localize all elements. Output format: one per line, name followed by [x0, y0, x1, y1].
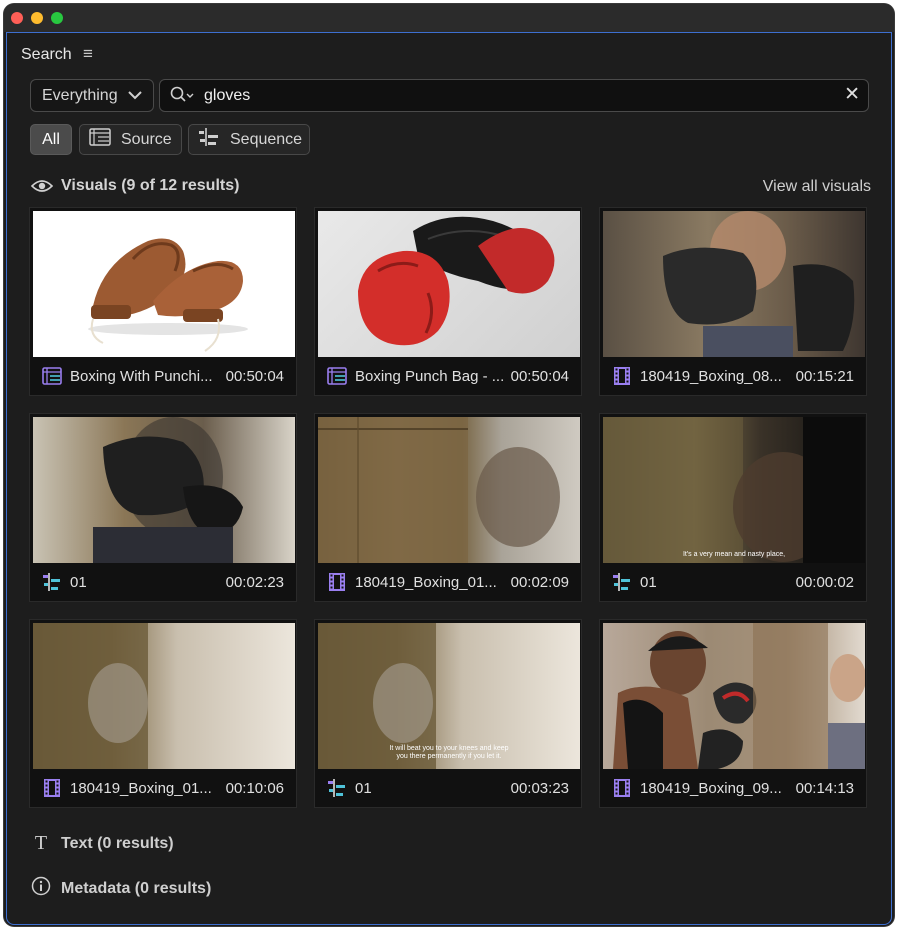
result-card[interactable]: It's a very mean and nasty place, 01 00:…	[599, 413, 867, 602]
result-thumbnail	[33, 623, 295, 769]
result-card[interactable]: 180419_Boxing_01... 00:02:09	[314, 413, 582, 602]
source-icon	[89, 127, 111, 152]
result-caption: 01 00:03:23	[315, 769, 581, 807]
result-caption: Boxing Punch Bag - ... 00:50:04	[315, 357, 581, 395]
view-all-visuals-link[interactable]: View all visuals	[763, 178, 871, 196]
result-duration: 00:50:04	[225, 367, 284, 385]
result-name: 180419_Boxing_01...	[70, 779, 212, 797]
result-name: 180419_Boxing_01...	[355, 573, 497, 591]
result-duration: 00:03:23	[510, 779, 569, 797]
filter-all-label: All	[42, 130, 60, 148]
info-icon	[31, 876, 51, 901]
result-thumbnail	[33, 211, 295, 357]
clip-type-icon	[612, 366, 632, 386]
clear-search-icon[interactable]: ✕	[844, 83, 860, 106]
search-field[interactable]: ✕	[159, 79, 869, 112]
sequence-type-icon	[612, 572, 632, 592]
result-thumbnail	[603, 623, 865, 769]
zoom-window-button[interactable]	[51, 12, 63, 24]
result-duration: 00:00:02	[795, 573, 854, 591]
result-caption: 01 00:02:23	[30, 563, 296, 601]
title-bar	[4, 4, 894, 32]
chevron-down-icon	[128, 91, 142, 100]
result-duration: 00:02:23	[225, 573, 284, 591]
result-card[interactable]: It will beat you to your knees and keep …	[314, 619, 582, 808]
result-card[interactable]: 180419_Boxing_01... 00:10:06	[29, 619, 297, 808]
result-caption: 180419_Boxing_01... 00:02:09	[315, 563, 581, 601]
result-name: Boxing Punch Bag - ...	[355, 367, 503, 385]
subtitle-text: It's a very mean and nasty place,	[682, 551, 786, 558]
scope-dropdown[interactable]: Everything	[30, 79, 154, 112]
search-panel: Search ≡ Everything ✕ All	[6, 32, 892, 925]
result-thumbnail	[318, 417, 580, 563]
eye-icon	[31, 180, 53, 192]
panel-title: Search	[21, 46, 72, 63]
result-card[interactable]: Boxing With Punchi... 00:50:04	[29, 207, 297, 396]
clip-type-icon	[327, 572, 347, 592]
result-thumbnail	[318, 211, 580, 357]
search-input[interactable]	[202, 84, 826, 108]
minimize-window-button[interactable]	[31, 12, 43, 24]
result-name: Boxing With Punchi...	[70, 367, 213, 385]
result-name: 180419_Boxing_08...	[640, 367, 782, 385]
subtitle-text: It will beat you to your knees and keep …	[389, 745, 509, 760]
result-duration: 00:15:21	[795, 367, 854, 385]
panel-menu-icon[interactable]: ≡	[83, 44, 93, 64]
filter-sequence-label: Sequence	[230, 130, 303, 148]
result-duration: 00:14:13	[795, 779, 854, 797]
clip-type-icon	[42, 778, 62, 798]
result-card[interactable]: Boxing Punch Bag - ... 00:50:04	[314, 207, 582, 396]
result-duration: 00:02:09	[510, 573, 569, 591]
text-section-header[interactable]: T Text (0 results)	[31, 832, 174, 855]
result-name: 180419_Boxing_09...	[640, 779, 782, 797]
result-caption: Boxing With Punchi... 00:50:04	[30, 357, 296, 395]
metadata-section-heading: Metadata (0 results)	[61, 879, 212, 897]
result-name: 01	[355, 779, 372, 797]
result-card[interactable]: 01 00:02:23	[29, 413, 297, 602]
text-icon: T	[34, 832, 48, 854]
sequence-type-icon	[42, 572, 62, 592]
result-thumbnail	[33, 417, 295, 563]
clip-type-icon	[612, 778, 632, 798]
source-type-icon	[327, 366, 347, 386]
scope-value: Everything	[42, 86, 118, 104]
text-section-heading: Text (0 results)	[61, 834, 174, 852]
result-caption: 180419_Boxing_09... 00:14:13	[600, 769, 866, 807]
filter-sequence-button[interactable]: Sequence	[188, 124, 310, 155]
result-card[interactable]: 180419_Boxing_09... 00:14:13	[599, 619, 867, 808]
filter-all-button[interactable]: All	[30, 124, 72, 155]
result-thumbnail: It will beat you to your knees and keep …	[318, 623, 580, 769]
result-duration: 00:50:04	[510, 367, 569, 385]
result-name: 01	[70, 573, 87, 591]
app-window: Search ≡ Everything ✕ All	[4, 4, 894, 926]
result-caption: 180419_Boxing_01... 00:10:06	[30, 769, 296, 807]
sequence-icon	[198, 127, 220, 152]
result-caption: 01 00:00:02	[600, 563, 866, 601]
result-duration: 00:10:06	[225, 779, 284, 797]
result-card[interactable]: 180419_Boxing_08... 00:15:21	[599, 207, 867, 396]
close-window-button[interactable]	[11, 12, 23, 24]
metadata-section-header[interactable]: Metadata (0 results)	[31, 876, 211, 901]
result-thumbnail: It's a very mean and nasty place,	[603, 417, 865, 563]
visuals-section-header[interactable]: Visuals (9 of 12 results)	[31, 177, 239, 195]
visuals-heading: Visuals (9 of 12 results)	[61, 177, 240, 194]
filter-source-button[interactable]: Source	[79, 124, 182, 155]
source-type-icon	[42, 366, 62, 386]
result-caption: 180419_Boxing_08... 00:15:21	[600, 357, 866, 395]
result-name: 01	[640, 573, 657, 591]
sequence-type-icon	[327, 778, 347, 798]
filter-source-label: Source	[121, 130, 172, 148]
search-icon[interactable]	[170, 86, 196, 106]
result-thumbnail	[603, 211, 865, 357]
